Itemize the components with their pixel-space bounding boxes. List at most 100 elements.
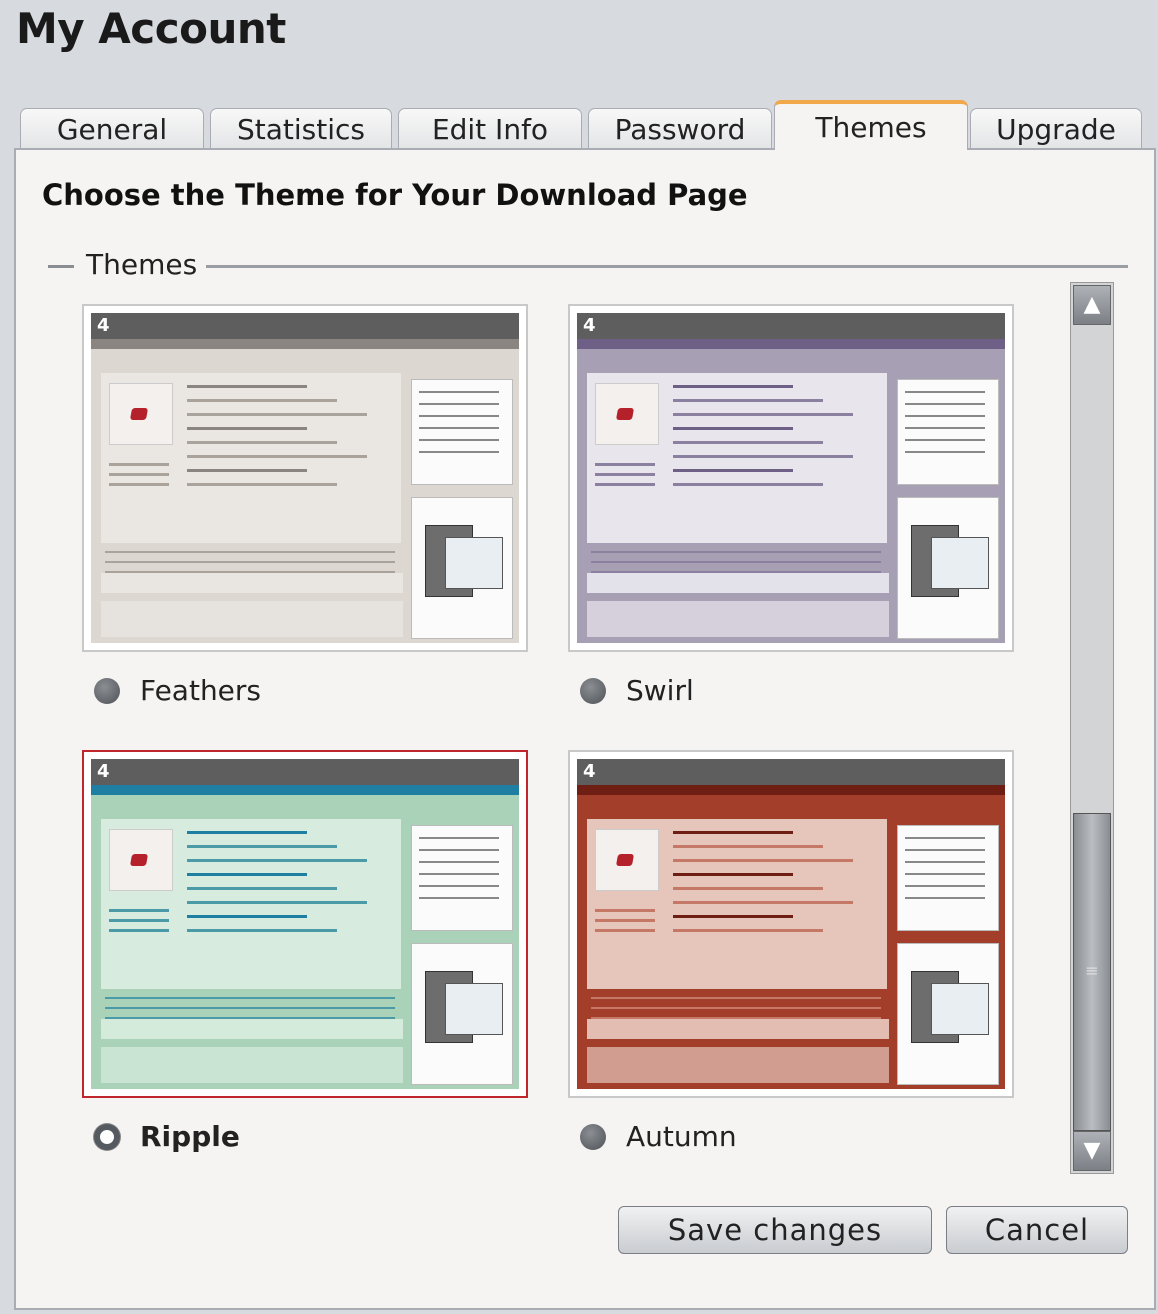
preview-text-line — [187, 887, 337, 890]
theme-option-feathers[interactable]: Feathers — [94, 674, 261, 707]
preview-table — [587, 1019, 889, 1039]
radio-button[interactable] — [94, 677, 120, 704]
preview-header: 4 — [577, 759, 1005, 785]
theme-option-autumn[interactable]: Autumn — [580, 1120, 737, 1153]
tab-general[interactable]: General — [20, 108, 204, 150]
preview-text-line — [905, 439, 985, 441]
preview-cube-icon — [129, 854, 149, 866]
preview-logo: 4 — [97, 761, 110, 782]
preview-table — [587, 573, 889, 593]
theme-preview: 4 — [91, 313, 519, 643]
preview-text-line — [187, 831, 307, 834]
tab-upgrade[interactable]: Upgrade — [970, 108, 1142, 150]
preview-text-line — [187, 901, 367, 904]
preview-footer-box — [101, 1047, 403, 1083]
radio-button[interactable] — [580, 1123, 606, 1150]
themes-panel: Choose the Theme for Your Download Page … — [14, 148, 1156, 1310]
preview-text-line — [595, 483, 655, 486]
page-title: My Account — [16, 4, 286, 53]
preview-text-line — [187, 859, 367, 862]
tab-themes[interactable]: Themes — [774, 100, 968, 150]
preview-text-line — [187, 915, 307, 918]
preview-text-line — [591, 1007, 881, 1009]
preview-text-line — [187, 385, 307, 388]
preview-text-line — [109, 483, 169, 486]
tab-edit-info[interactable]: Edit Info — [398, 108, 582, 150]
scrollbar[interactable]: ▲ ≡ ▼ — [1070, 282, 1114, 1174]
preview-text-line — [673, 441, 823, 444]
preview-text-line — [673, 469, 793, 472]
save-changes-button[interactable]: Save changes — [618, 1206, 932, 1254]
preview-text-line — [419, 873, 499, 875]
preview-text-line — [109, 929, 169, 932]
preview-cube-icon — [615, 854, 635, 866]
theme-thumbnail-feathers[interactable]: 4 — [82, 304, 528, 652]
preview-table — [101, 573, 403, 593]
preview-text-line — [673, 915, 793, 918]
panel-heading: Choose the Theme for Your Download Page — [42, 178, 748, 212]
preview-text-line — [187, 483, 337, 486]
preview-text-line — [187, 413, 367, 416]
preview-text-line — [419, 403, 499, 405]
theme-preview: 4 — [91, 759, 519, 1089]
preview-text-line — [419, 861, 499, 863]
preview-text-line — [673, 873, 793, 876]
preview-text-line — [419, 837, 499, 839]
fieldset-legend: Themes — [84, 248, 200, 281]
tab-statistics[interactable]: Statistics — [210, 108, 392, 150]
preview-text-line — [187, 455, 367, 458]
theme-preview: 4 — [577, 759, 1005, 1089]
preview-sidebar-box — [897, 825, 999, 931]
preview-text-line — [905, 837, 985, 839]
theme-thumbnail-autumn[interactable]: 4 — [568, 750, 1014, 1098]
preview-text-line — [595, 919, 655, 922]
preview-header: 4 — [577, 313, 1005, 339]
preview-text-line — [109, 463, 169, 466]
theme-label: Ripple — [140, 1120, 240, 1153]
theme-option-swirl[interactable]: Swirl — [580, 674, 694, 707]
preview-text-line — [109, 473, 169, 476]
preview-text-line — [905, 861, 985, 863]
cancel-button[interactable]: Cancel — [946, 1206, 1128, 1254]
radio-button-selected[interactable] — [94, 1123, 120, 1150]
preview-screen — [931, 983, 989, 1035]
preview-text-line — [595, 463, 655, 466]
preview-table — [101, 1019, 403, 1039]
preview-logo: 4 — [97, 315, 110, 336]
preview-text-line — [419, 415, 499, 417]
preview-text-line — [419, 849, 499, 851]
preview-text-line — [905, 415, 985, 417]
tab-password[interactable]: Password — [588, 108, 772, 150]
preview-text-line — [109, 919, 169, 922]
theme-option-ripple[interactable]: Ripple — [94, 1120, 240, 1153]
fieldset-border — [206, 265, 1128, 268]
preview-header: 4 — [91, 313, 519, 339]
scroll-thumb[interactable]: ≡ — [1073, 813, 1111, 1131]
preview-text-line — [905, 451, 985, 453]
preview-text-line — [419, 885, 499, 887]
scroll-up-icon[interactable]: ▲ — [1073, 285, 1111, 325]
scroll-down-icon[interactable]: ▼ — [1073, 1131, 1111, 1171]
preview-text-line — [187, 441, 337, 444]
preview-text-line — [905, 885, 985, 887]
preview-text-line — [673, 385, 793, 388]
preview-sidebar-box — [411, 825, 513, 931]
preview-text-line — [105, 551, 395, 553]
preview-nav — [577, 785, 1005, 795]
preview-logo: 4 — [583, 761, 596, 782]
preview-text-line — [905, 427, 985, 429]
theme-label: Autumn — [626, 1120, 737, 1153]
theme-thumbnail-swirl[interactable]: 4 — [568, 304, 1014, 652]
preview-text-line — [905, 873, 985, 875]
preview-cube-icon — [129, 408, 149, 420]
preview-text-line — [187, 873, 307, 876]
preview-nav — [91, 785, 519, 795]
preview-text-line — [419, 427, 499, 429]
preview-text-line — [187, 399, 337, 402]
preview-text-line — [591, 551, 881, 553]
preview-sidebar-box — [411, 379, 513, 485]
preview-text-line — [595, 909, 655, 912]
radio-button[interactable] — [580, 677, 606, 704]
grip-icon: ≡ — [1085, 961, 1099, 980]
theme-thumbnail-ripple[interactable]: 4 — [82, 750, 528, 1098]
